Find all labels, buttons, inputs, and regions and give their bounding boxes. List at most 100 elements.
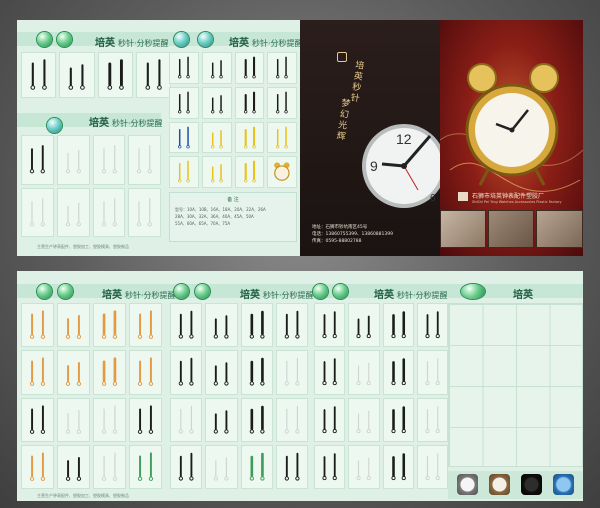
hand-cell	[21, 135, 54, 185]
hand-cell	[169, 86, 199, 119]
clock-hand-icon	[213, 457, 229, 481]
catalog-header-1: 培英 秒针·分秒提醒	[95, 38, 169, 49]
hand-cell	[382, 444, 414, 489]
hand-cell	[382, 397, 414, 442]
hand-cell	[234, 86, 265, 119]
clock-hand-icon	[137, 310, 154, 339]
hand-cell	[92, 135, 126, 185]
hands-grid-bottom-2	[170, 303, 308, 489]
hand-cell	[169, 156, 199, 188]
slogan-line-2: 梦幻光辉	[333, 97, 351, 143]
clock-hand-icon	[106, 59, 124, 90]
hand-cell	[128, 187, 161, 237]
hand-cell	[201, 121, 232, 154]
hand-cell	[129, 303, 162, 348]
clock-hand-icon	[101, 404, 118, 434]
hand-cell	[275, 444, 308, 489]
clock-hand-icon	[390, 405, 406, 433]
hands-grid-bottom-1	[21, 303, 162, 489]
clock-hand-icon	[425, 405, 440, 433]
clock-hand-icon	[276, 126, 288, 148]
clock-hand-icon	[243, 91, 256, 114]
clock-hand-icon	[249, 358, 265, 386]
hand-cell	[21, 397, 54, 442]
clock-hand-icon	[178, 126, 190, 148]
clock-hand-icon	[356, 410, 372, 433]
hand-cell	[129, 397, 162, 442]
clock-hand-icon	[284, 405, 300, 434]
contact-fax: 传真：0595-88802788	[312, 239, 362, 244]
catalog-header-7: 培英	[513, 290, 533, 301]
hand-cell	[57, 397, 90, 442]
hand-cell	[416, 350, 448, 395]
clock-hand-icon	[65, 456, 82, 481]
hand-cell	[234, 156, 265, 188]
clock-hand-icon	[249, 310, 265, 339]
clock-hand-icon	[249, 452, 265, 481]
green-orb-icon	[37, 32, 52, 47]
clock-hand-icon	[243, 56, 256, 79]
clock-hand-icon	[178, 160, 190, 183]
hand-cell	[234, 52, 265, 84]
clock-hand-icon	[390, 311, 406, 339]
watch-strip	[448, 471, 583, 499]
hand-cell	[314, 444, 346, 489]
hand-cell	[267, 121, 297, 154]
green-orb-icon	[37, 284, 52, 299]
hand-cell	[56, 135, 90, 185]
hand-cell	[57, 444, 90, 489]
slogan-panel: 培英秒针 梦幻光辉 12 9 6 地址：石狮市钞坑南区45号 电话：138607…	[300, 20, 440, 256]
hand-cell	[275, 397, 308, 442]
clock-hand-icon	[284, 452, 300, 481]
clock-hand-icon	[29, 310, 46, 339]
thumb-image-3	[536, 210, 583, 248]
hand-cell	[240, 444, 273, 489]
hand-cell	[59, 52, 95, 98]
clock-hand-icon	[210, 94, 223, 114]
hand-cell	[93, 444, 126, 489]
green-orb-icon	[58, 284, 73, 299]
hand-cell	[382, 303, 414, 348]
contact-address: 地址：石狮市钞坑南区45号	[312, 225, 368, 230]
hand-cell	[56, 187, 90, 237]
clock-hand-icon	[213, 362, 229, 386]
footnote-top: 主营生产钟表配件、塑胶加工、塑胶模具、塑胶制品	[37, 244, 129, 249]
clock-hand-icon	[425, 358, 440, 386]
hand-cell	[201, 86, 232, 119]
contact-phone: 电话：13860755399、13860881399	[312, 232, 393, 237]
crown-logo-icon	[337, 52, 347, 62]
clock-hand-icon	[249, 405, 265, 434]
hand-cell	[205, 303, 238, 348]
wristwatch-icon	[553, 474, 574, 495]
hand-cell	[21, 52, 57, 98]
hand-cell	[275, 350, 308, 395]
clock-hand-icon	[390, 452, 406, 480]
hand-cell	[170, 350, 203, 395]
clock-hand-icon	[243, 160, 256, 183]
clock-hand-icon	[210, 129, 223, 148]
hand-cell	[267, 52, 297, 84]
hand-cell	[169, 52, 199, 84]
hand-cell	[348, 444, 380, 489]
clock-hand-icon	[65, 315, 82, 339]
clock-hand-icon	[68, 64, 86, 90]
clock-hand-icon	[213, 315, 229, 339]
cover-panel: 石狮市培英钟表配件塑胶厂 ShiShi Pei Ying Watches Acc…	[440, 20, 583, 256]
alarm-clock-cell	[267, 156, 297, 188]
clock-hand-icon	[322, 452, 337, 480]
clock-hand-icon	[65, 149, 81, 174]
clock-numeral-12: 12	[396, 131, 412, 147]
green-orb-icon	[174, 32, 189, 47]
hand-cell	[240, 350, 273, 395]
hand-cell	[170, 444, 203, 489]
top-catalog-sheet: 培英 秒针·分秒提醒 培英 秒针·分秒提醒 培英 秒针·分秒提醒 备 注 型号：…	[17, 20, 300, 256]
clock-hand-icon	[178, 310, 194, 339]
clock-hand-icon	[356, 362, 372, 386]
contact-block: 地址：石狮市钞坑南区45号 电话：13860755399、13860881399…	[312, 224, 393, 245]
clock-hand-icon	[425, 311, 440, 339]
hand-cell	[93, 303, 126, 348]
clock-hand-icon	[137, 145, 153, 174]
hand-cell	[348, 397, 380, 442]
hand-cell	[382, 350, 414, 395]
wall-clock-icon: 12 9 6	[362, 124, 440, 208]
